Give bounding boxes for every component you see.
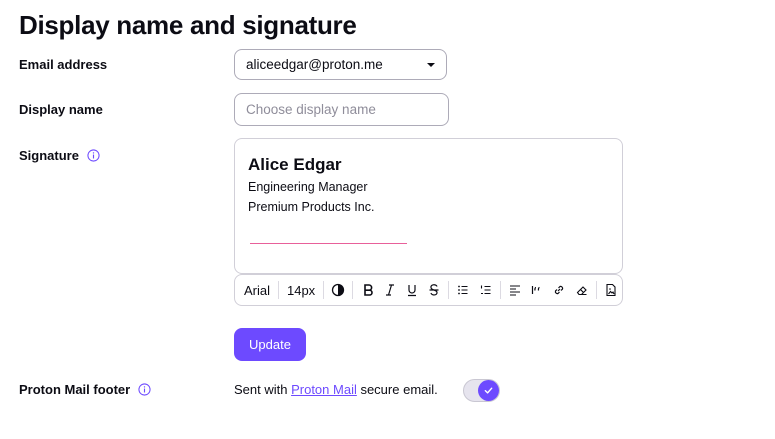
chevron-down-icon [427,62,435,67]
signature-line-title: Engineering Manager [248,180,368,194]
signature-divider [250,243,407,244]
email-label: Email address [19,57,107,72]
toolbar-separator [595,281,597,299]
font-family-select[interactable]: Arial [239,283,275,298]
footer-label: Proton Mail footer [19,382,151,397]
insert-image-icon[interactable] [600,278,622,302]
proton-mail-link[interactable]: Proton Mail [291,382,357,397]
eraser-icon[interactable] [571,278,593,302]
info-icon[interactable] [138,383,151,396]
footer-suffix: secure email. [356,382,438,397]
display-name-label: Display name [19,102,103,117]
footer-toggle[interactable] [463,379,500,402]
display-name-label-text: Display name [19,102,103,117]
email-label-text: Email address [19,57,108,72]
signature-line-company: Premium Products Inc. [248,200,375,214]
toolbar-separator [352,281,354,299]
editor-toolbar: Arial 14px [234,274,623,306]
checkmark-icon [478,380,499,401]
toolbar-separator [448,281,450,299]
footer-label-text: Proton Mail footer [19,382,131,397]
footer-prefix: Sent with [234,382,292,397]
footer-preview-text: Sent with Proton Mail secure email. [234,382,438,397]
info-icon[interactable] [87,149,100,162]
display-name-input[interactable] [234,93,449,126]
signature-label-text: Signature [19,148,79,163]
page-title: Display name and signature [19,10,357,40]
strikethrough-icon[interactable] [423,278,445,302]
signature-label: Signature [19,148,100,163]
blockquote-icon[interactable] [526,278,548,302]
update-button[interactable]: Update [234,328,306,361]
italic-icon[interactable] [379,278,401,302]
toolbar-separator [278,281,279,299]
signature-name: Alice Edgar [248,155,342,174]
align-left-icon[interactable] [504,278,526,302]
font-size-select[interactable]: 14px [282,283,320,298]
signature-editor[interactable]: Alice Edgar Engineering Manager Premium … [234,138,623,274]
numbered-list-icon[interactable] [475,278,497,302]
text-color-icon[interactable] [327,278,349,302]
email-select[interactable]: aliceedgar@proton.me [234,49,447,80]
bullet-list-icon[interactable] [452,278,474,302]
toolbar-separator [323,281,325,299]
toolbar-separator [499,281,501,299]
link-icon[interactable] [548,278,570,302]
email-select-value: aliceedgar@proton.me [246,57,383,72]
bold-icon[interactable] [356,278,378,302]
underline-icon[interactable] [401,278,423,302]
